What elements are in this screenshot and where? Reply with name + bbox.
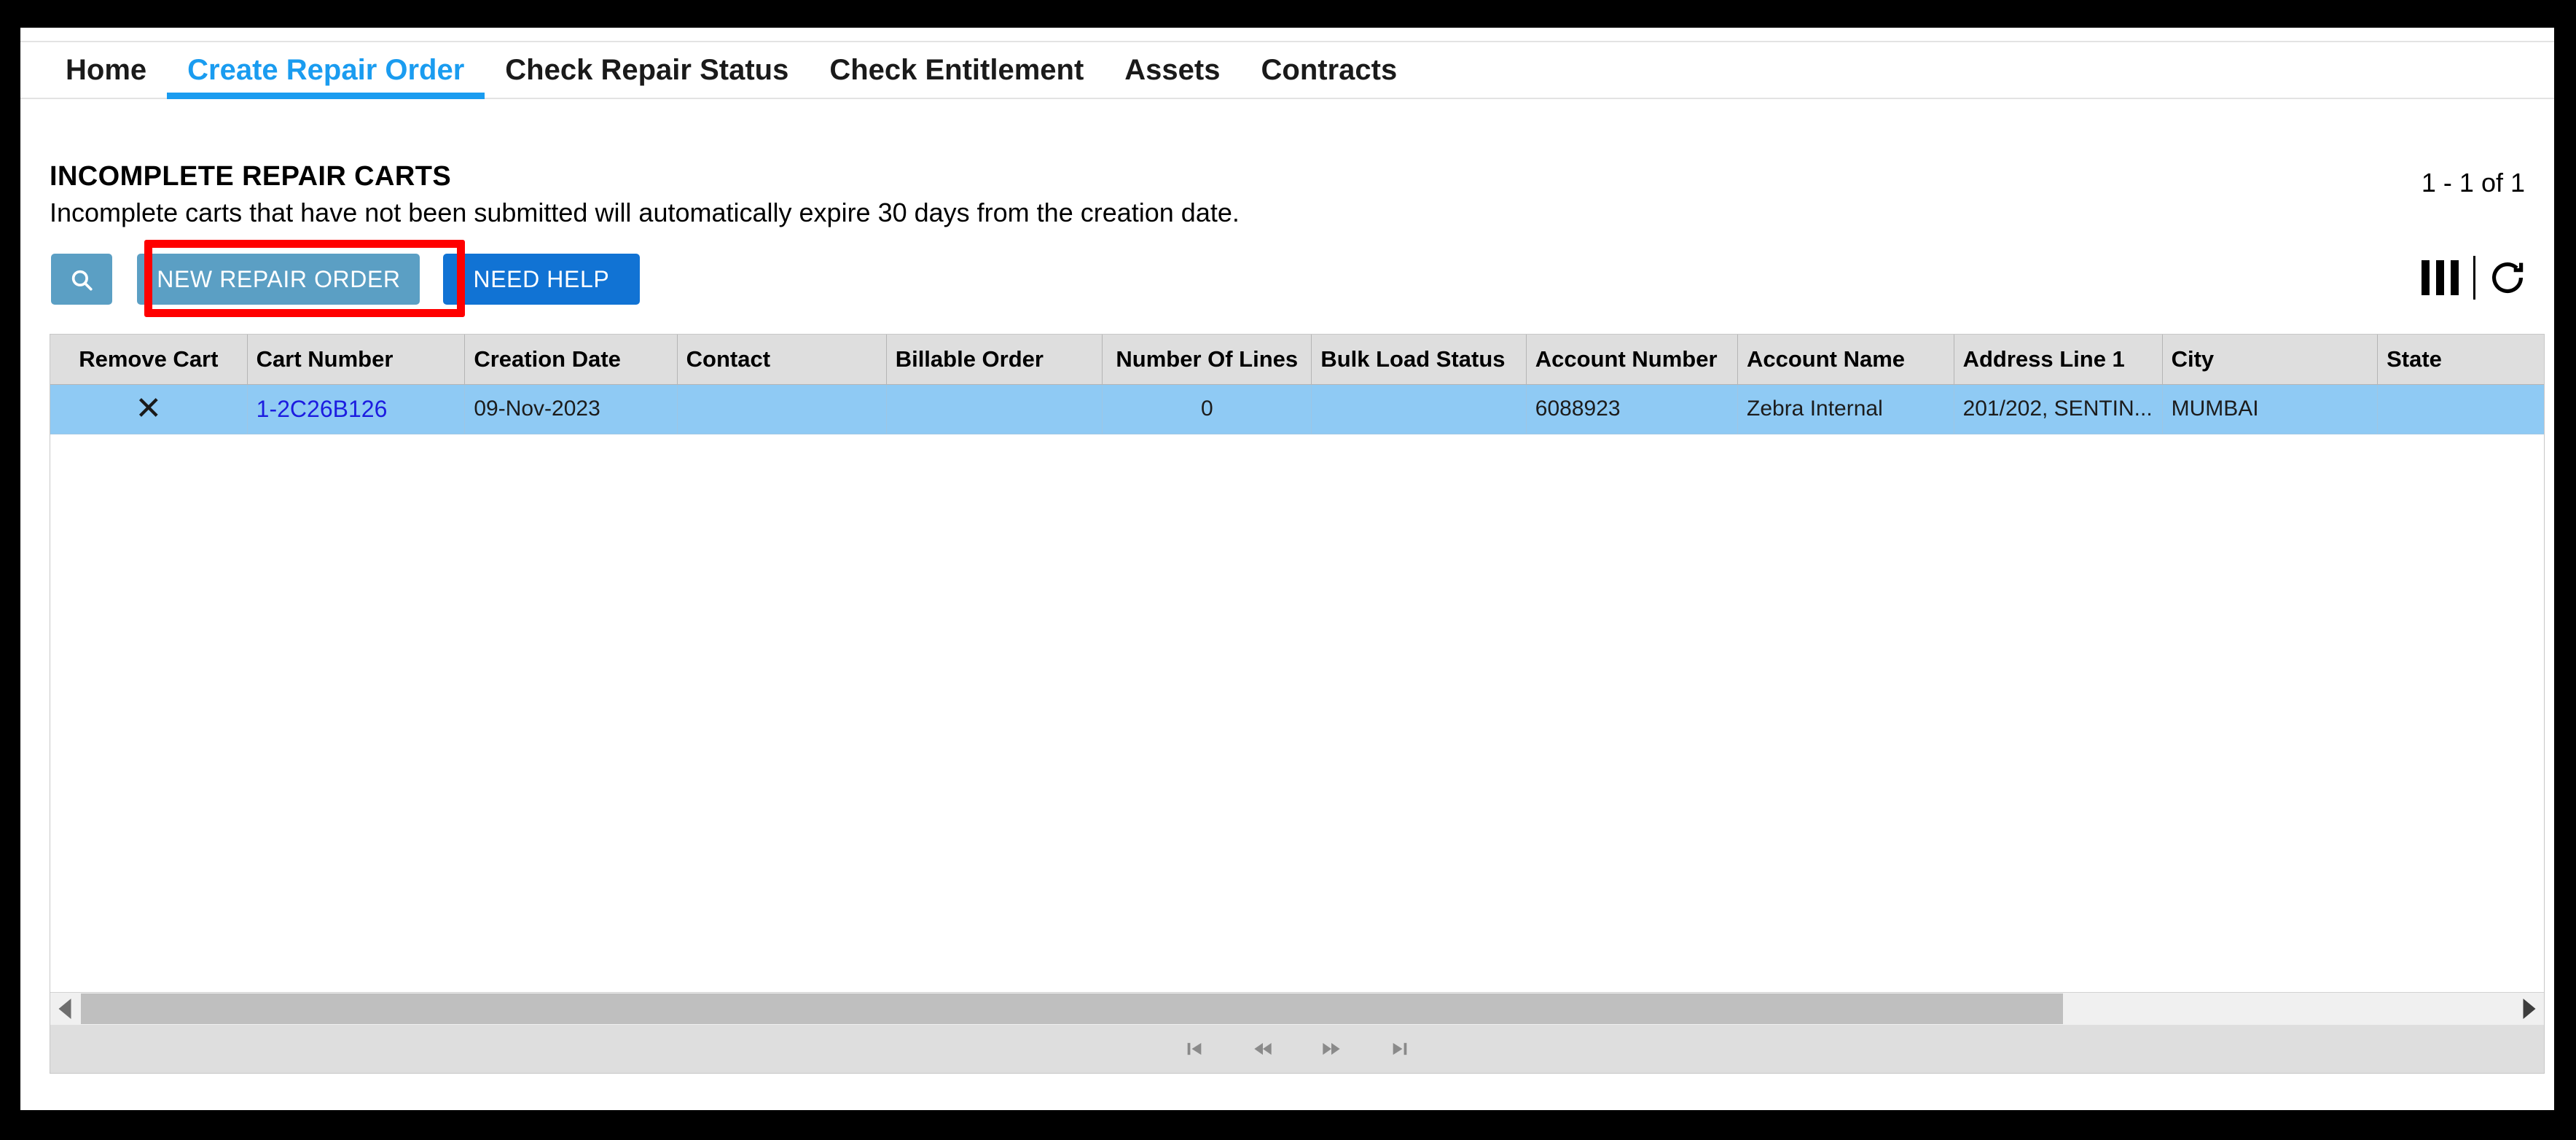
main-navigation: Home Create Repair Order Check Repair Stat… xyxy=(20,41,2554,99)
horizontal-scrollbar-thumb[interactable] xyxy=(81,993,2063,1024)
cell-address-line-1: 201/202, SENTIN... xyxy=(1954,384,2163,434)
cell-state xyxy=(2377,384,2544,434)
new-repair-order-wrapper: NEW REPAIR ORDER xyxy=(137,254,420,305)
toolbar-divider xyxy=(2473,256,2475,300)
column-header-billable-order[interactable]: Billable Order xyxy=(886,335,1103,385)
cell-account-name: Zebra Internal xyxy=(1737,384,1954,434)
column-header-creation-date[interactable]: Creation Date xyxy=(464,335,678,385)
need-help-button[interactable]: NEED HELP xyxy=(442,254,640,305)
screenshot-frame: Home Create Repair Order Check Repair Stat… xyxy=(0,0,2576,1140)
cell-bulk-load-status xyxy=(1311,384,1527,434)
table-header-row: Remove Cart Cart Number Creation Date Conta… xyxy=(50,335,2544,385)
nav-tab-check-entitlement[interactable]: Check Entitlement xyxy=(809,42,1104,98)
column-header-state[interactable]: State xyxy=(2377,335,2544,385)
cell-contact xyxy=(677,384,887,434)
column-header-account-name[interactable]: Account Name xyxy=(1737,335,1954,385)
remove-cart-cell: ✕ xyxy=(50,384,248,434)
cell-account-number: 6088923 xyxy=(1526,384,1739,434)
next-page-button[interactable] xyxy=(1317,1034,1346,1063)
nav-tab-assets[interactable]: Assets xyxy=(1104,42,1240,98)
column-header-number-of-lines[interactable]: Number Of Lines xyxy=(1102,335,1312,385)
previous-page-button[interactable] xyxy=(1248,1034,1277,1063)
refresh-icon[interactable] xyxy=(2489,259,2526,297)
cart-number-cell: 1-2C26B126 xyxy=(247,384,466,434)
nav-tab-create-repair-order[interactable]: Create Repair Order xyxy=(167,42,485,99)
record-count: 1 - 1 of 1 xyxy=(2421,168,2525,198)
grid-empty-area xyxy=(50,484,2544,1027)
nav-tab-check-repair-status[interactable]: Check Repair Status xyxy=(485,42,809,98)
scroll-left-arrow-icon[interactable] xyxy=(50,993,79,1025)
new-repair-order-button[interactable]: NEW REPAIR ORDER xyxy=(137,254,420,305)
page-heading: INCOMPLETE REPAIR CARTS Incomplete carts… xyxy=(50,161,1240,227)
table-header: Remove Cart Cart Number Creation Date Conta… xyxy=(50,335,2544,385)
action-button-row: NEW REPAIR ORDER NEED HELP xyxy=(51,254,640,305)
grid-scroll-viewport: Remove Cart Cart Number Creation Date Conta… xyxy=(50,335,2544,1027)
cart-number-link[interactable]: 1-2C26B126 xyxy=(257,396,388,422)
last-page-button[interactable] xyxy=(1385,1034,1414,1063)
nav-tab-contracts[interactable]: Contracts xyxy=(1241,42,1418,98)
first-page-button[interactable] xyxy=(1180,1034,1209,1063)
page-title: INCOMPLETE REPAIR CARTS xyxy=(50,161,452,192)
grid-tools xyxy=(2421,254,2526,302)
cell-number-of-lines: 0 xyxy=(1102,384,1312,434)
nav-tab-home[interactable]: Home xyxy=(45,42,167,98)
column-header-remove-cart[interactable]: Remove Cart xyxy=(50,335,248,385)
page-subtitle: Incomplete carts that have not been subm… xyxy=(50,197,1240,227)
column-header-cart-number[interactable]: Cart Number xyxy=(247,335,466,385)
pagination-bar xyxy=(50,1025,2544,1073)
column-header-address-line-1[interactable]: Address Line 1 xyxy=(1954,335,2163,385)
table-body: ✕ 1-2C26B126 09-Nov-2023 0 6088923 Zebra Inte… xyxy=(50,384,2544,434)
column-header-city[interactable]: City xyxy=(2162,335,2379,385)
cell-city: MUMBAI xyxy=(2162,384,2379,434)
remove-cart-icon[interactable]: ✕ xyxy=(135,393,162,425)
horizontal-scrollbar[interactable] xyxy=(50,992,2544,1025)
cell-billable-order xyxy=(886,384,1103,434)
column-header-contact[interactable]: Contact xyxy=(677,335,887,385)
repair-carts-table: Remove Cart Cart Number Creation Date Conta… xyxy=(50,335,2544,434)
cell-creation-date: 09-Nov-2023 xyxy=(464,384,678,434)
triangle-right-icon xyxy=(2523,999,2536,1019)
application-page: Home Create Repair Order Check Repair Stat… xyxy=(20,28,2554,1110)
scroll-right-arrow-icon[interactable] xyxy=(2515,993,2544,1025)
triangle-left-icon xyxy=(58,999,71,1019)
search-button[interactable] xyxy=(51,254,112,305)
table-row[interactable]: ✕ 1-2C26B126 09-Nov-2023 0 6088923 Zebra Inte… xyxy=(50,384,2544,434)
columns-icon[interactable] xyxy=(2421,260,2460,295)
search-icon xyxy=(69,266,94,292)
column-header-account-number[interactable]: Account Number xyxy=(1526,335,1739,385)
incomplete-repair-carts-grid: Remove Cart Cart Number Creation Date Conta… xyxy=(50,334,2545,1074)
column-header-bulk-load-status[interactable]: Bulk Load Status xyxy=(1311,335,1527,385)
